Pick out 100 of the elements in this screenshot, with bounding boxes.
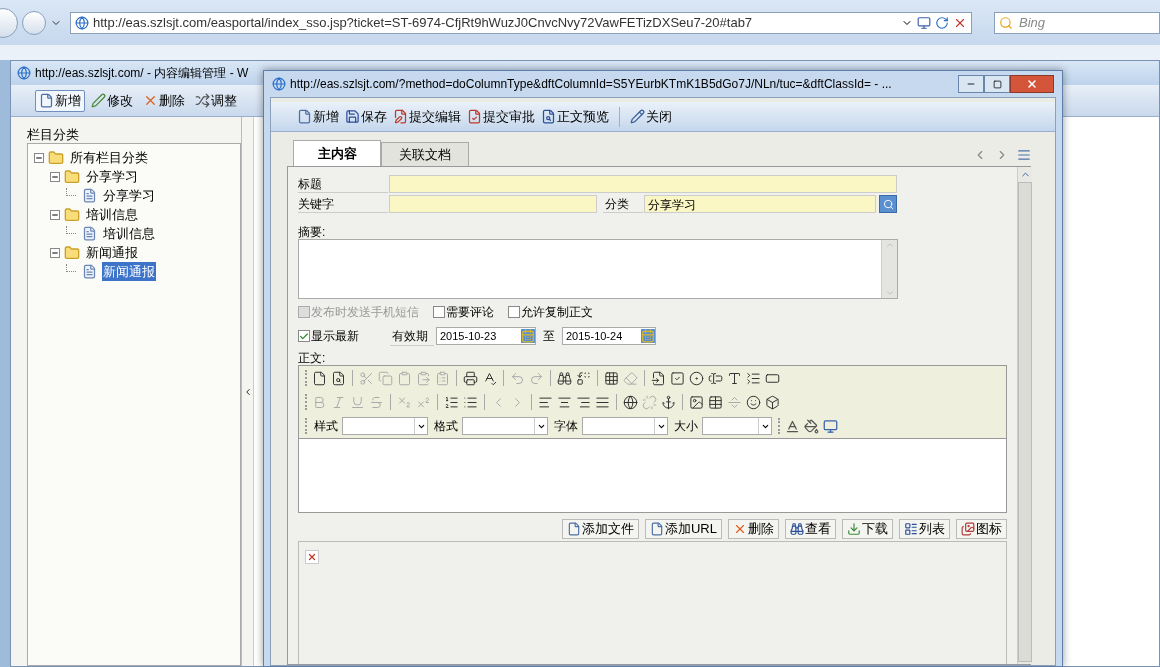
- tab[interactable]: 主内容: [293, 140, 381, 166]
- field-label: 分类: [603, 195, 643, 213]
- toolbar-button[interactable]: 保存: [345, 105, 387, 128]
- anchor-icon[interactable]: [661, 394, 676, 410]
- attachment-button[interactable]: 列表: [899, 519, 950, 539]
- maximize-button[interactable]: [984, 75, 1010, 93]
- tree-item[interactable]: 培训信息: [85, 204, 139, 225]
- tree-connector: [66, 263, 76, 272]
- paste-word-icon[interactable]: [435, 370, 450, 386]
- dropdown-label: 格式: [434, 418, 458, 435]
- address-field[interactable]: http://eas.szlsjt.com/easportal/index_sso.jsp?ticket=ST-6974-CfjRt9hWuzJ0CnvcNvy72VawFETizDXSeu7-20#tab7: [70, 11, 972, 34]
- checkbox[interactable]: [433, 306, 445, 318]
- print-icon[interactable]: [463, 370, 478, 386]
- lookup-button[interactable]: [879, 195, 897, 213]
- textarea-icon[interactable]: [727, 370, 742, 386]
- italic-icon[interactable]: [331, 394, 346, 410]
- toolbar-button[interactable]: 关闭: [630, 105, 672, 128]
- collapse-toggle[interactable]: [50, 247, 60, 258]
- dropdown[interactable]: [342, 417, 428, 435]
- pencil-icon: [91, 93, 106, 108]
- toolbar-button[interactable]: 正文预览: [541, 105, 609, 128]
- align-right-icon[interactable]: [576, 394, 591, 410]
- spellcheck-icon[interactable]: [482, 370, 497, 386]
- undo-icon[interactable]: [510, 370, 525, 386]
- new-page-icon: [39, 93, 54, 108]
- attachment-button[interactable]: 添加URL: [645, 519, 722, 539]
- toolbar-button[interactable]: 提交编辑: [393, 105, 461, 128]
- tree-connector: [66, 225, 76, 234]
- collapse-toggle[interactable]: [50, 171, 60, 182]
- checkbox[interactable]: [298, 330, 310, 342]
- preview-icon[interactable]: [331, 370, 346, 386]
- menu-icon[interactable]: [1017, 148, 1031, 162]
- toolbar-button[interactable]: 调整: [191, 89, 241, 112]
- smiley-icon[interactable]: [746, 394, 761, 410]
- text-color-icon[interactable]: [785, 418, 800, 434]
- dropdown[interactable]: [582, 417, 668, 435]
- cut-icon[interactable]: [359, 370, 374, 386]
- date-field[interactable]: 2015-10-24: [562, 327, 656, 345]
- attachment-button[interactable]: 删除: [728, 519, 779, 539]
- bold-icon[interactable]: [312, 394, 327, 410]
- toolbar-button[interactable]: 修改: [87, 89, 137, 112]
- align-left-icon[interactable]: [538, 394, 553, 410]
- redo-icon[interactable]: [529, 370, 544, 386]
- bullet-list-icon[interactable]: [463, 394, 478, 410]
- page-icon: [75, 15, 89, 30]
- select-list-icon[interactable]: [746, 370, 761, 386]
- back-button[interactable]: [22, 10, 46, 35]
- title-input[interactable]: [389, 175, 897, 193]
- checkbox-icon[interactable]: [670, 370, 685, 386]
- find-icon[interactable]: [557, 370, 572, 386]
- underline-icon[interactable]: [350, 394, 365, 410]
- attachment-button[interactable]: 图标: [956, 519, 1007, 539]
- dropdown[interactable]: [462, 417, 548, 435]
- attachment-button[interactable]: 添加文件: [562, 519, 639, 539]
- tree-item[interactable]: 分享学习: [102, 185, 156, 206]
- dropdown[interactable]: [702, 417, 772, 435]
- close-button[interactable]: [1010, 75, 1054, 93]
- broken-image-icon: [305, 550, 319, 564]
- maximize-icon: [992, 79, 1002, 89]
- justify-icon[interactable]: [595, 394, 610, 410]
- calendar-icon[interactable]: [521, 329, 535, 343]
- tree-item[interactable]: 新闻通报: [102, 261, 156, 282]
- search-field[interactable]: Bing: [994, 11, 1160, 34]
- tree-item[interactable]: 所有栏目分类: [69, 147, 149, 168]
- table-icon[interactable]: [708, 394, 723, 410]
- tab[interactable]: 关联文档: [381, 142, 469, 166]
- replace-icon[interactable]: [576, 370, 591, 386]
- folder-icon: [64, 244, 80, 261]
- paste-icon[interactable]: [397, 370, 412, 386]
- folder-icon: [64, 206, 80, 223]
- paste-text-icon[interactable]: [416, 370, 431, 386]
- tree-item[interactable]: 培训信息: [102, 223, 156, 244]
- date-field[interactable]: 2015-10-23: [436, 327, 536, 345]
- numbered-list-icon[interactable]: [444, 394, 459, 410]
- strikethrough-icon[interactable]: [369, 394, 384, 410]
- toolbar-button[interactable]: 提交审批: [467, 105, 535, 128]
- toolbar-button[interactable]: 新增: [297, 105, 339, 128]
- page-icon: [567, 522, 581, 536]
- background-color-icon[interactable]: [804, 418, 819, 434]
- image-icon[interactable]: [689, 394, 704, 410]
- radio-icon[interactable]: [689, 370, 704, 386]
- calendar-icon[interactable]: [641, 329, 655, 343]
- toolbar-button[interactable]: 新增: [35, 89, 85, 112]
- checkbox-label: 发布时发送手机短信: [311, 304, 419, 321]
- align-center-icon[interactable]: [557, 394, 572, 410]
- text-field-icon[interactable]: [708, 370, 723, 386]
- refresh-icon[interactable]: [935, 15, 949, 30]
- keyword-input[interactable]: [389, 195, 597, 213]
- tree-item[interactable]: 分享学习: [85, 166, 139, 187]
- tree-item[interactable]: 新闻通报: [85, 242, 139, 263]
- category-input[interactable]: 分享学习: [644, 195, 876, 213]
- checkbox[interactable]: [508, 306, 520, 318]
- minimize-button[interactable]: [958, 75, 984, 93]
- collapse-toggle[interactable]: [34, 152, 44, 163]
- new-page-icon[interactable]: [312, 370, 327, 386]
- summary-textarea[interactable]: [298, 239, 898, 299]
- collapse-toggle[interactable]: [50, 209, 60, 220]
- attachment-button[interactable]: 查看: [785, 519, 836, 539]
- toolbar-button[interactable]: 删除: [139, 89, 189, 112]
- attachment-button[interactable]: 下载: [842, 519, 893, 539]
